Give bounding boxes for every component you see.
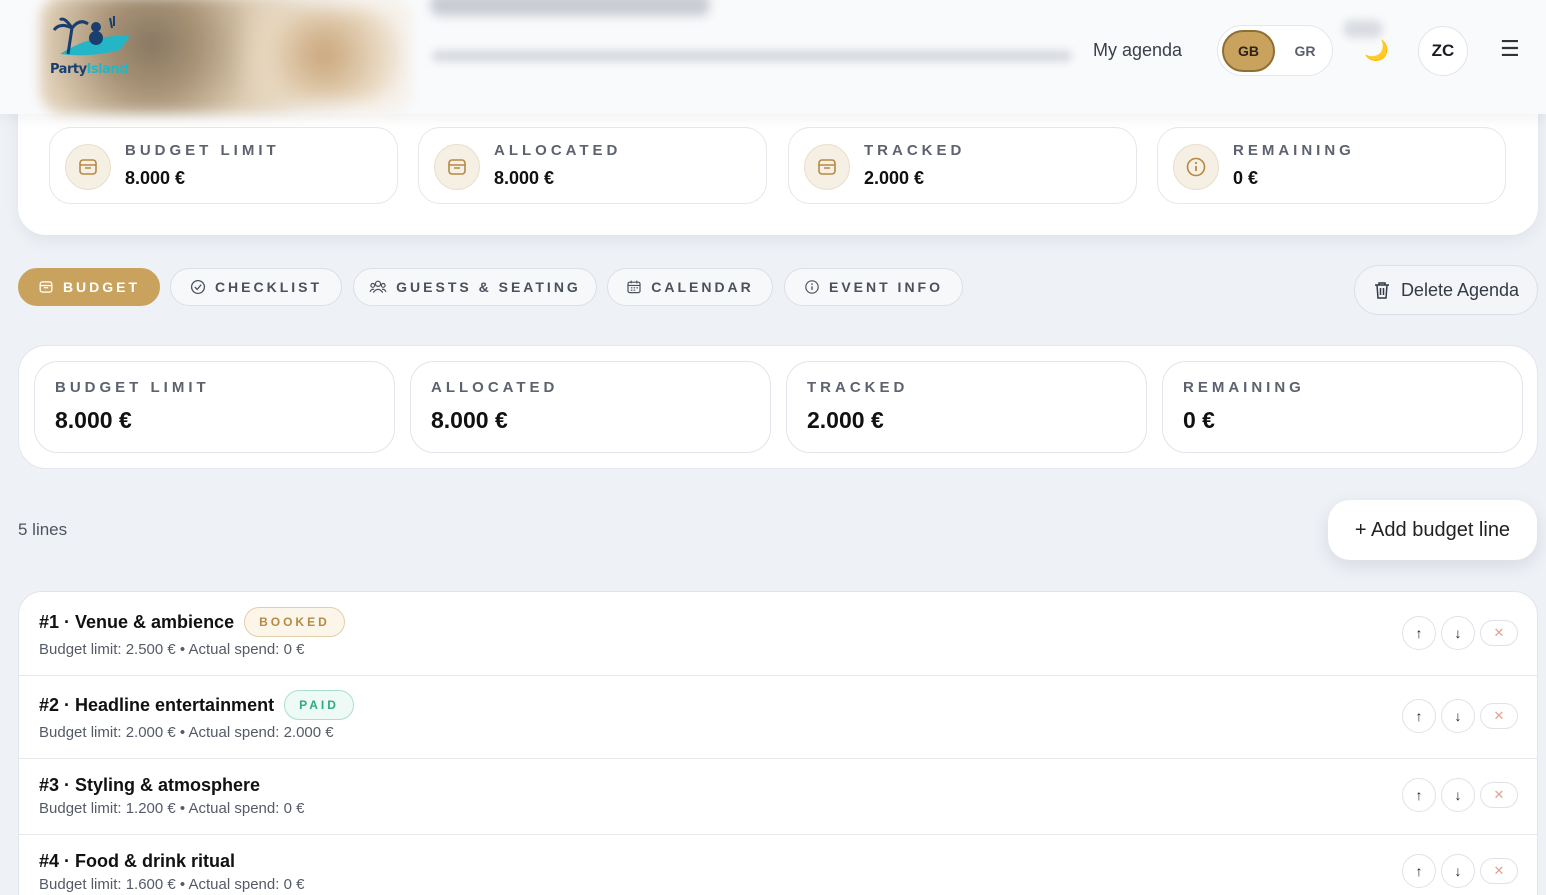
tab-label: EVENT INFO: [828, 279, 943, 295]
language-toggle[interactable]: GB GR: [1217, 25, 1333, 76]
budget-line-meta: Budget limit: 1.200 € • Actual spend: 0 …: [39, 800, 305, 817]
move-down-button[interactable]: ↓: [1441, 854, 1475, 888]
budget-card-allocated: ALLOCATED 8.000 €: [410, 361, 771, 453]
top-bar: PartyIsland My agenda GB GR 🌙 ZC ☰: [0, 0, 1546, 114]
status-badge-paid: PAID: [284, 690, 354, 720]
budget-line-title: #3 · Styling & atmosphere: [39, 775, 261, 795]
summary-value: 2.000 €: [864, 168, 925, 188]
tab-calendar[interactable]: CALENDAR: [607, 268, 773, 306]
info-icon: [805, 280, 819, 294]
budget-line-row: #4 · Food & drink ritual Budget limit: 1…: [19, 835, 1537, 895]
budget-line-meta: Budget limit: 1.600 € • Actual spend: 0 …: [39, 876, 305, 893]
tab-label: CALENDAR: [651, 279, 754, 295]
remove-line-button[interactable]: ✕: [1480, 782, 1518, 808]
wallet-icon: [65, 144, 111, 190]
tab-event-info[interactable]: EVENT INFO: [784, 268, 963, 306]
remove-line-button[interactable]: ✕: [1480, 858, 1518, 884]
event-cover-image-detail: [210, 10, 400, 100]
wallet-icon: [39, 281, 53, 293]
budget-card-tracked: TRACKED 2.000 €: [786, 361, 1147, 453]
budget-card-value: 0 €: [1183, 407, 1215, 433]
summary-label: REMAINING: [1233, 142, 1355, 159]
tab-label: CHECKLIST: [214, 279, 323, 295]
budget-card-value: 8.000 €: [431, 407, 508, 433]
tab-label: BUDGET: [62, 279, 141, 295]
move-down-button[interactable]: ↓: [1441, 616, 1475, 650]
logo-text: PartyIsland: [50, 62, 128, 77]
lines-count: 5 lines: [18, 520, 68, 539]
move-up-button[interactable]: ↑: [1402, 699, 1436, 733]
budget-card-remaining: REMAINING 0 €: [1162, 361, 1523, 453]
budget-card-limit: BUDGET LIMIT 8.000 €: [34, 361, 395, 453]
event-subtitle-blurred: [432, 50, 1072, 62]
summary-card-allocated: ALLOCATED 8.000 €: [418, 127, 767, 204]
language-gr-button[interactable]: GR: [1284, 30, 1326, 72]
theme-moon-icon[interactable]: 🌙: [1364, 38, 1389, 63]
user-avatar[interactable]: ZC: [1418, 26, 1468, 76]
status-badge-booked: BOOKED: [244, 607, 345, 637]
summary-label: TRACKED: [864, 142, 966, 159]
summary-value: 8.000 €: [125, 168, 186, 188]
add-budget-line-button[interactable]: + Add budget line: [1328, 500, 1537, 560]
remove-line-button[interactable]: ✕: [1480, 620, 1518, 646]
move-down-button[interactable]: ↓: [1441, 778, 1475, 812]
budget-line-title: #4 · Food & drink ritual: [39, 851, 236, 871]
budget-line-meta: Budget limit: 2.500 € • Actual spend: 0 …: [39, 641, 305, 658]
summary-card-remaining: REMAINING 0 €: [1157, 127, 1506, 204]
budget-card-label: ALLOCATED: [431, 379, 559, 396]
delete-agenda-label: Delete Agenda: [1400, 279, 1520, 300]
party-island-logo[interactable]: PartyIsland: [50, 14, 140, 80]
budget-line-title: #1 · Venue & ambience: [39, 611, 235, 632]
move-up-button[interactable]: ↑: [1402, 778, 1436, 812]
budget-card-label: BUDGET LIMIT: [55, 379, 210, 396]
summary-value: 0 €: [1233, 168, 1259, 188]
summary-card-budget-limit: BUDGET LIMIT 8.000 €: [49, 127, 398, 204]
tab-budget[interactable]: BUDGET: [18, 268, 160, 306]
budget-line-title: #2 · Headline entertainment: [39, 694, 275, 715]
budget-line-row: #1 · Venue & ambience BOOKED Budget limi…: [19, 592, 1537, 676]
move-down-button[interactable]: ↓: [1441, 699, 1475, 733]
summary-label: BUDGET LIMIT: [125, 142, 280, 159]
move-up-button[interactable]: ↑: [1402, 616, 1436, 650]
calendar-icon: [627, 280, 641, 294]
summary-card-tracked: TRACKED 2.000 €: [788, 127, 1137, 204]
budget-line-row: #3 · Styling & atmosphere Budget limit: …: [19, 759, 1537, 835]
budget-lines-list: #1 · Venue & ambience BOOKED Budget limi…: [18, 591, 1538, 895]
trash-icon: [1374, 282, 1389, 299]
budget-line-meta: Budget limit: 2.000 € • Actual spend: 2.…: [39, 724, 334, 741]
budget-card-label: REMAINING: [1183, 379, 1305, 396]
blurred-element: [1343, 20, 1383, 38]
budget-summary-panel: BUDGET LIMIT 8.000 € ALLOCATED 8.000 € T…: [18, 345, 1538, 469]
budget-card-value: 2.000 €: [807, 407, 884, 433]
budget-card-label: TRACKED: [807, 379, 909, 396]
tab-guests-seating[interactable]: GUESTS & SEATING: [353, 268, 597, 306]
tab-label: GUESTS & SEATING: [396, 279, 581, 295]
palm-island-logo-icon: [52, 16, 130, 56]
budget-card-value: 8.000 €: [55, 407, 132, 433]
move-up-button[interactable]: ↑: [1402, 854, 1436, 888]
tab-checklist[interactable]: CHECKLIST: [170, 268, 342, 306]
hamburger-menu-icon[interactable]: ☰: [1500, 36, 1520, 62]
guests-icon: [369, 280, 387, 293]
check-circle-icon: [190, 279, 205, 295]
wallet-icon: [434, 144, 480, 190]
summary-label: ALLOCATED: [494, 142, 622, 159]
my-agenda-link[interactable]: My agenda: [1093, 40, 1182, 61]
remove-line-button[interactable]: ✕: [1480, 703, 1518, 729]
language-gb-button[interactable]: GB: [1222, 30, 1275, 72]
budget-line-row: #2 · Headline entertainment PAID Budget …: [19, 676, 1537, 759]
summary-value: 8.000 €: [494, 168, 555, 188]
delete-agenda-button[interactable]: Delete Agenda: [1354, 265, 1538, 315]
wallet-icon: [804, 144, 850, 190]
info-icon: [1173, 144, 1219, 190]
event-title-blurred: [430, 0, 710, 16]
